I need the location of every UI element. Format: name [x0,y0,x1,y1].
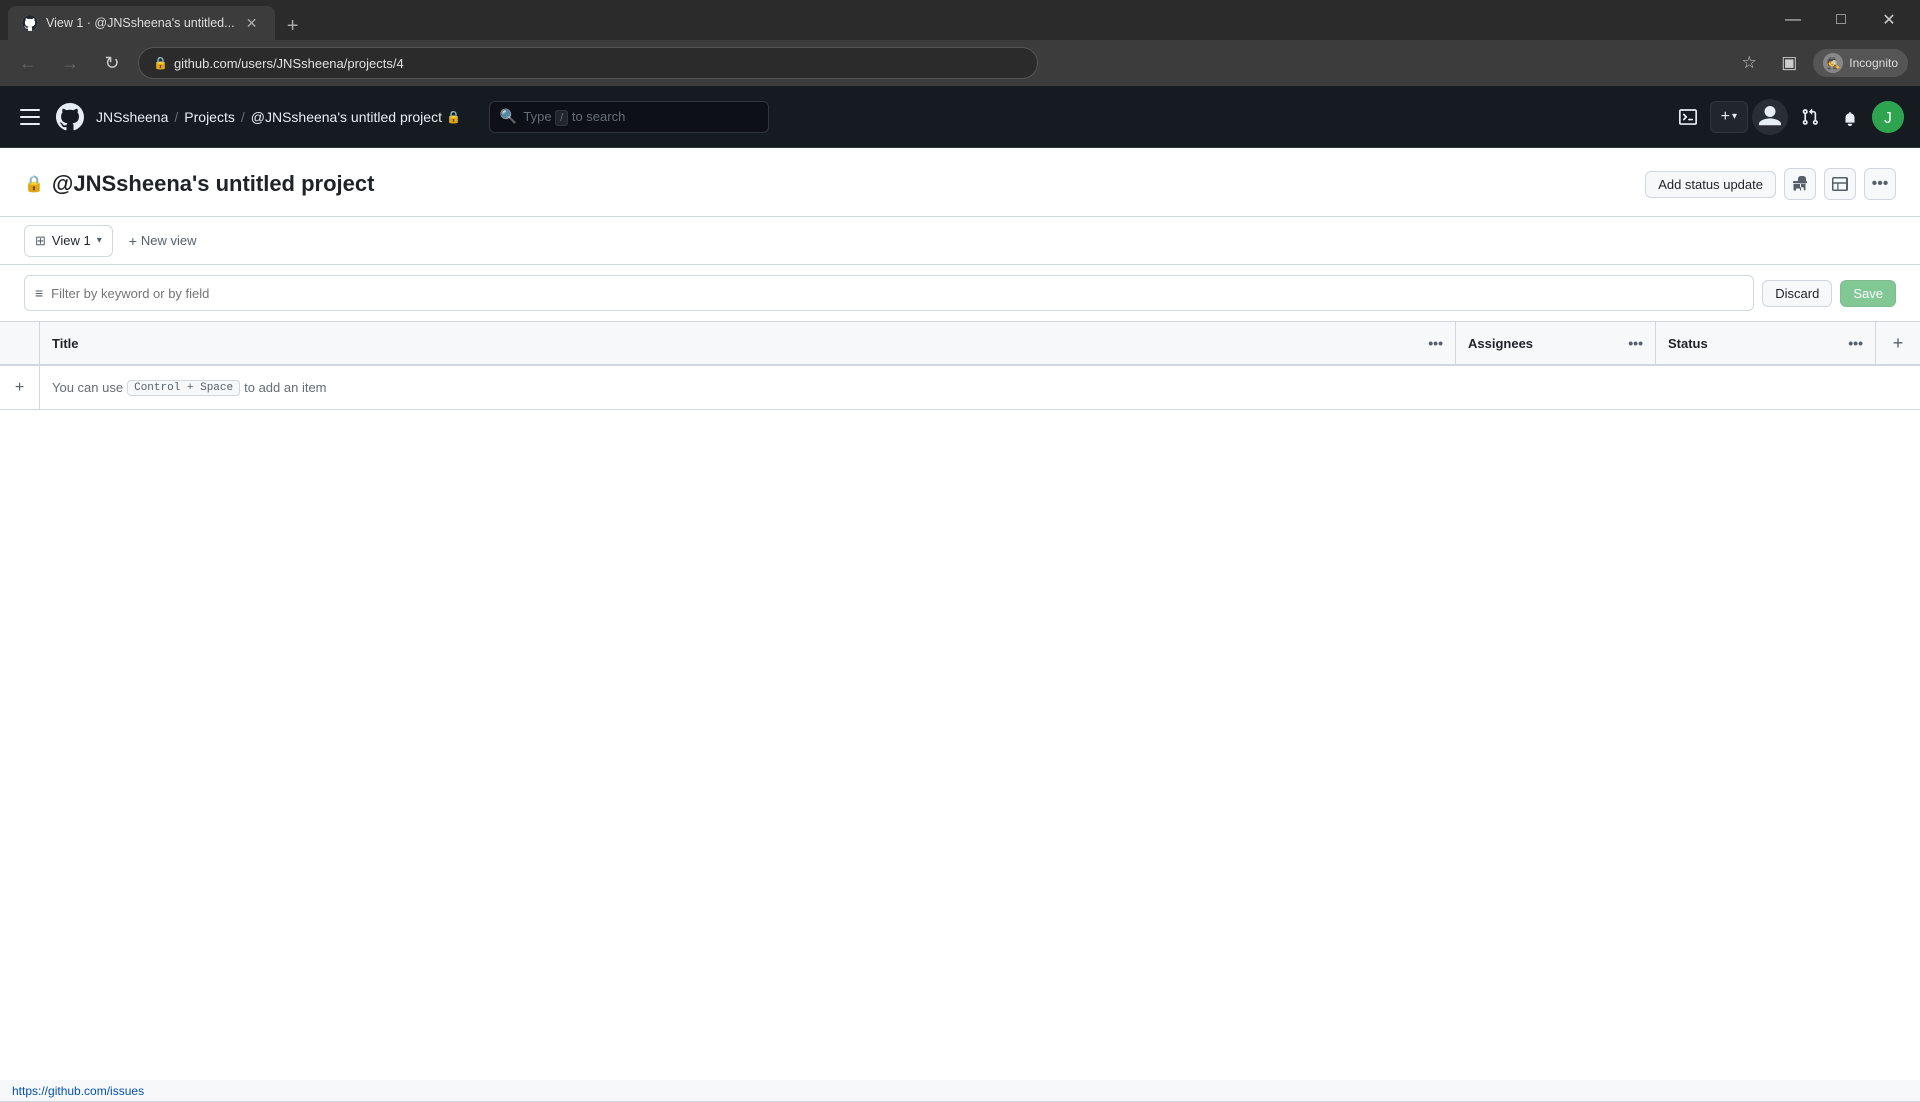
github-search[interactable]: 🔍 Type / to search [489,101,769,133]
insights-button[interactable] [1784,168,1816,200]
back-button[interactable]: ← [12,47,44,79]
add-item-icon: + [15,379,24,397]
add-item-button[interactable]: + [0,366,40,409]
filter-icon: ≡ [35,285,43,301]
project-header-actions: Add status update ••• [1645,168,1896,200]
browser-toolbar: ← → ↻ 🔒 github.com/users/JNSsheena/proje… [0,40,1920,86]
plus-chevron: ▾ [1732,111,1737,122]
tab-close-button[interactable]: ✕ [243,14,261,32]
close-button[interactable]: ✕ [1866,4,1912,36]
maximize-button[interactable]: □ [1818,4,1864,36]
status-column-menu[interactable]: ••• [1848,335,1863,351]
title-column-label: Title [52,336,79,351]
shortcut-badge: Control + Space [127,380,240,396]
new-tab-button[interactable]: + [279,12,307,40]
search-box[interactable]: 🔍 Type / to search [489,101,769,133]
row-add-column [0,322,40,364]
project-title-lock-icon: 🔒 [24,174,44,194]
filter-bar: ≡ Discard Save [0,265,1920,322]
empty-row: + You can use Control + Space to add an … [0,366,1920,410]
url-text: github.com/users/JNSsheena/projects/4 [174,56,404,71]
project-content: 🔒 @JNSsheena's untitled project Add stat… [0,148,1920,1080]
breadcrumb-sep-2: / [241,109,245,125]
add-item-hint: You can use Control + Space to add an it… [40,380,339,396]
active-tab[interactable]: View 1 · @JNSsheena's untitled... ✕ [8,6,275,40]
toolbar-actions: ☆ ▣ 🕵 Incognito [1733,47,1908,79]
status-bar: https://github.com/issues [0,1080,1920,1102]
github-header: JNSsheena / Projects / @JNSsheena's unti… [0,86,1920,148]
new-view-label: New view [141,233,197,248]
github-logo[interactable] [56,103,84,131]
filter-input[interactable] [51,286,1743,301]
plus-icon: + [1721,108,1730,126]
filter-input-wrapper[interactable]: ≡ [24,275,1754,311]
add-status-update-button[interactable]: Add status update [1645,171,1776,198]
menu-button[interactable] [16,105,44,129]
incognito-badge[interactable]: 🕵 Incognito [1813,49,1908,77]
view-tabs: ⊞ View 1 ▾ + New view [0,217,1920,265]
create-new-button[interactable]: + ▾ [1710,101,1748,133]
layout-button[interactable] [1824,168,1856,200]
window-controls: — □ ✕ [1770,4,1920,40]
tab-favicon [22,15,38,31]
save-button[interactable]: Save [1840,280,1896,307]
view-tab-1-label: View 1 [52,233,91,248]
breadcrumb-projects-link[interactable]: Projects [184,109,235,125]
title-column-header: Title ••• [40,322,1456,364]
new-view-button[interactable]: + New view [121,229,205,253]
notifications-button[interactable] [1832,99,1868,135]
status-column-header: Status ••• [1656,322,1876,364]
terminal-button[interactable] [1670,99,1706,135]
assignees-column-header: Assignees ••• [1456,322,1656,364]
table-view-icon: ⊞ [35,233,46,249]
ssl-lock-icon: 🔒 [153,56,168,70]
view-tab-1[interactable]: ⊞ View 1 ▾ [24,225,113,257]
discard-button[interactable]: Discard [1762,280,1832,307]
view-tab-1-arrow[interactable]: ▾ [97,235,102,246]
incognito-label: Incognito [1849,56,1898,70]
incognito-icon: 🕵 [1823,53,1843,73]
assignees-column-menu[interactable]: ••• [1628,335,1643,351]
status-url: https://github.com/issues [12,1084,144,1098]
breadcrumb-sep-1: / [174,109,178,125]
table-header: Title ••• Assignees ••• Status ••• + [0,322,1920,366]
forward-button[interactable]: → [54,47,86,79]
split-screen-button[interactable]: ▣ [1773,47,1805,79]
status-column-label: Status [1668,336,1708,351]
add-column-button[interactable]: + [1876,322,1920,364]
project-lock-icon: 🔒 [446,110,461,124]
breadcrumb-current-text: @JNSsheena's untitled project [251,109,442,125]
header-actions: + ▾ J [1670,99,1904,135]
title-column-menu[interactable]: ••• [1428,335,1443,351]
breadcrumb-user-link[interactable]: JNSsheena [96,109,168,125]
tab-title: View 1 · @JNSsheena's untitled... [46,16,235,30]
search-icon: 🔍 [500,108,517,125]
project-header: 🔒 @JNSsheena's untitled project Add stat… [0,148,1920,217]
github-app: JNSsheena / Projects / @JNSsheena's unti… [0,86,1920,1080]
address-bar[interactable]: 🔒 github.com/users/JNSsheena/projects/4 [138,47,1038,79]
project-table: Title ••• Assignees ••• Status ••• + + [0,322,1920,1080]
svg-text:J: J [1884,109,1892,126]
avatar[interactable]: J [1872,101,1904,133]
tab-bar: View 1 · @JNSsheena's untitled... ✕ + [0,0,307,40]
filter-actions: Discard Save [1762,280,1896,307]
assignees-column-label: Assignees [1468,336,1533,351]
breadcrumb-current: @JNSsheena's untitled project 🔒 [251,109,461,125]
minimize-button[interactable]: — [1770,4,1816,36]
project-title: @JNSsheena's untitled project [52,171,375,197]
bookmark-button[interactable]: ☆ [1733,47,1765,79]
project-title-area: 🔒 @JNSsheena's untitled project [24,171,374,197]
search-placeholder: Type / to search [523,109,758,124]
hint-text-suffix: to add an item [244,380,326,395]
browser-chrome: View 1 · @JNSsheena's untitled... ✕ + — … [0,0,1920,86]
new-view-plus-icon: + [129,233,137,249]
user-profile-button[interactable] [1752,99,1788,135]
refresh-button[interactable]: ↻ [96,47,128,79]
more-options-button[interactable]: ••• [1864,168,1896,200]
pull-requests-button[interactable] [1792,99,1828,135]
breadcrumb: JNSsheena / Projects / @JNSsheena's unti… [96,109,461,125]
hint-text-prefix: You can use [52,380,123,395]
